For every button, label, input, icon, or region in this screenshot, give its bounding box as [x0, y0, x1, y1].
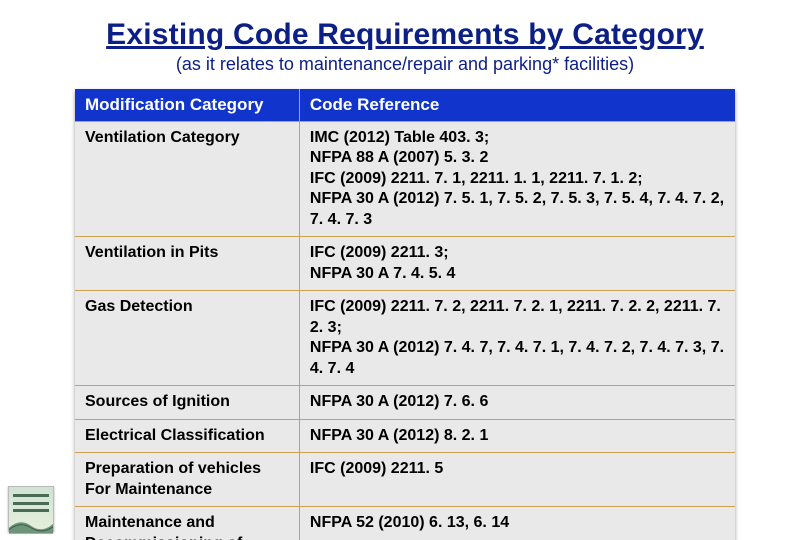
cell-category: Sources of Ignition	[75, 386, 299, 419]
cell-reference: NFPA 30 A (2012) 8. 2. 1	[299, 419, 735, 452]
logo-icon	[8, 486, 54, 532]
cell-reference: IFC (2009) 2211. 5	[299, 453, 735, 507]
requirements-table: Modification Category Code Reference Ven…	[75, 89, 735, 540]
cell-reference: IMC (2012) Table 403. 3; NFPA 88 A (2007…	[299, 122, 735, 237]
table-header-category: Modification Category	[75, 89, 299, 122]
table-row: Electrical Classification NFPA 30 A (201…	[75, 419, 735, 452]
table-row: Maintenance and Decommissioning of NFPA …	[75, 507, 735, 540]
cell-category: Ventilation Category	[75, 122, 299, 237]
cell-reference: IFC (2009) 2211. 3; NFPA 30 A 7. 4. 5. 4	[299, 237, 735, 291]
cell-reference: IFC (2009) 2211. 7. 2, 2211. 7. 2. 1, 22…	[299, 291, 735, 386]
slide: Existing Code Requirements by Category (…	[0, 0, 810, 540]
slide-title: Existing Code Requirements by Category	[40, 18, 770, 52]
table-row: Ventilation in Pits IFC (2009) 2211. 3; …	[75, 237, 735, 291]
slide-subtitle: (as it relates to maintenance/repair and…	[40, 54, 770, 75]
table-row: Ventilation Category IMC (2012) Table 40…	[75, 122, 735, 237]
cell-category: Ventilation in Pits	[75, 237, 299, 291]
cell-category: Maintenance and Decommissioning of	[75, 507, 299, 540]
cell-reference: NFPA 52 (2010) 6. 13, 6. 14	[299, 507, 735, 540]
cell-category: Gas Detection	[75, 291, 299, 386]
table-header-reference: Code Reference	[299, 89, 735, 122]
cell-reference: NFPA 30 A (2012) 7. 6. 6	[299, 386, 735, 419]
cell-category: Electrical Classification	[75, 419, 299, 452]
table-row: Preparation of vehicles For Maintenance …	[75, 453, 735, 507]
table-row: Gas Detection IFC (2009) 2211. 7. 2, 221…	[75, 291, 735, 386]
table-header-row: Modification Category Code Reference	[75, 89, 735, 122]
cell-category: Preparation of vehicles For Maintenance	[75, 453, 299, 507]
table-row: Sources of Ignition NFPA 30 A (2012) 7. …	[75, 386, 735, 419]
